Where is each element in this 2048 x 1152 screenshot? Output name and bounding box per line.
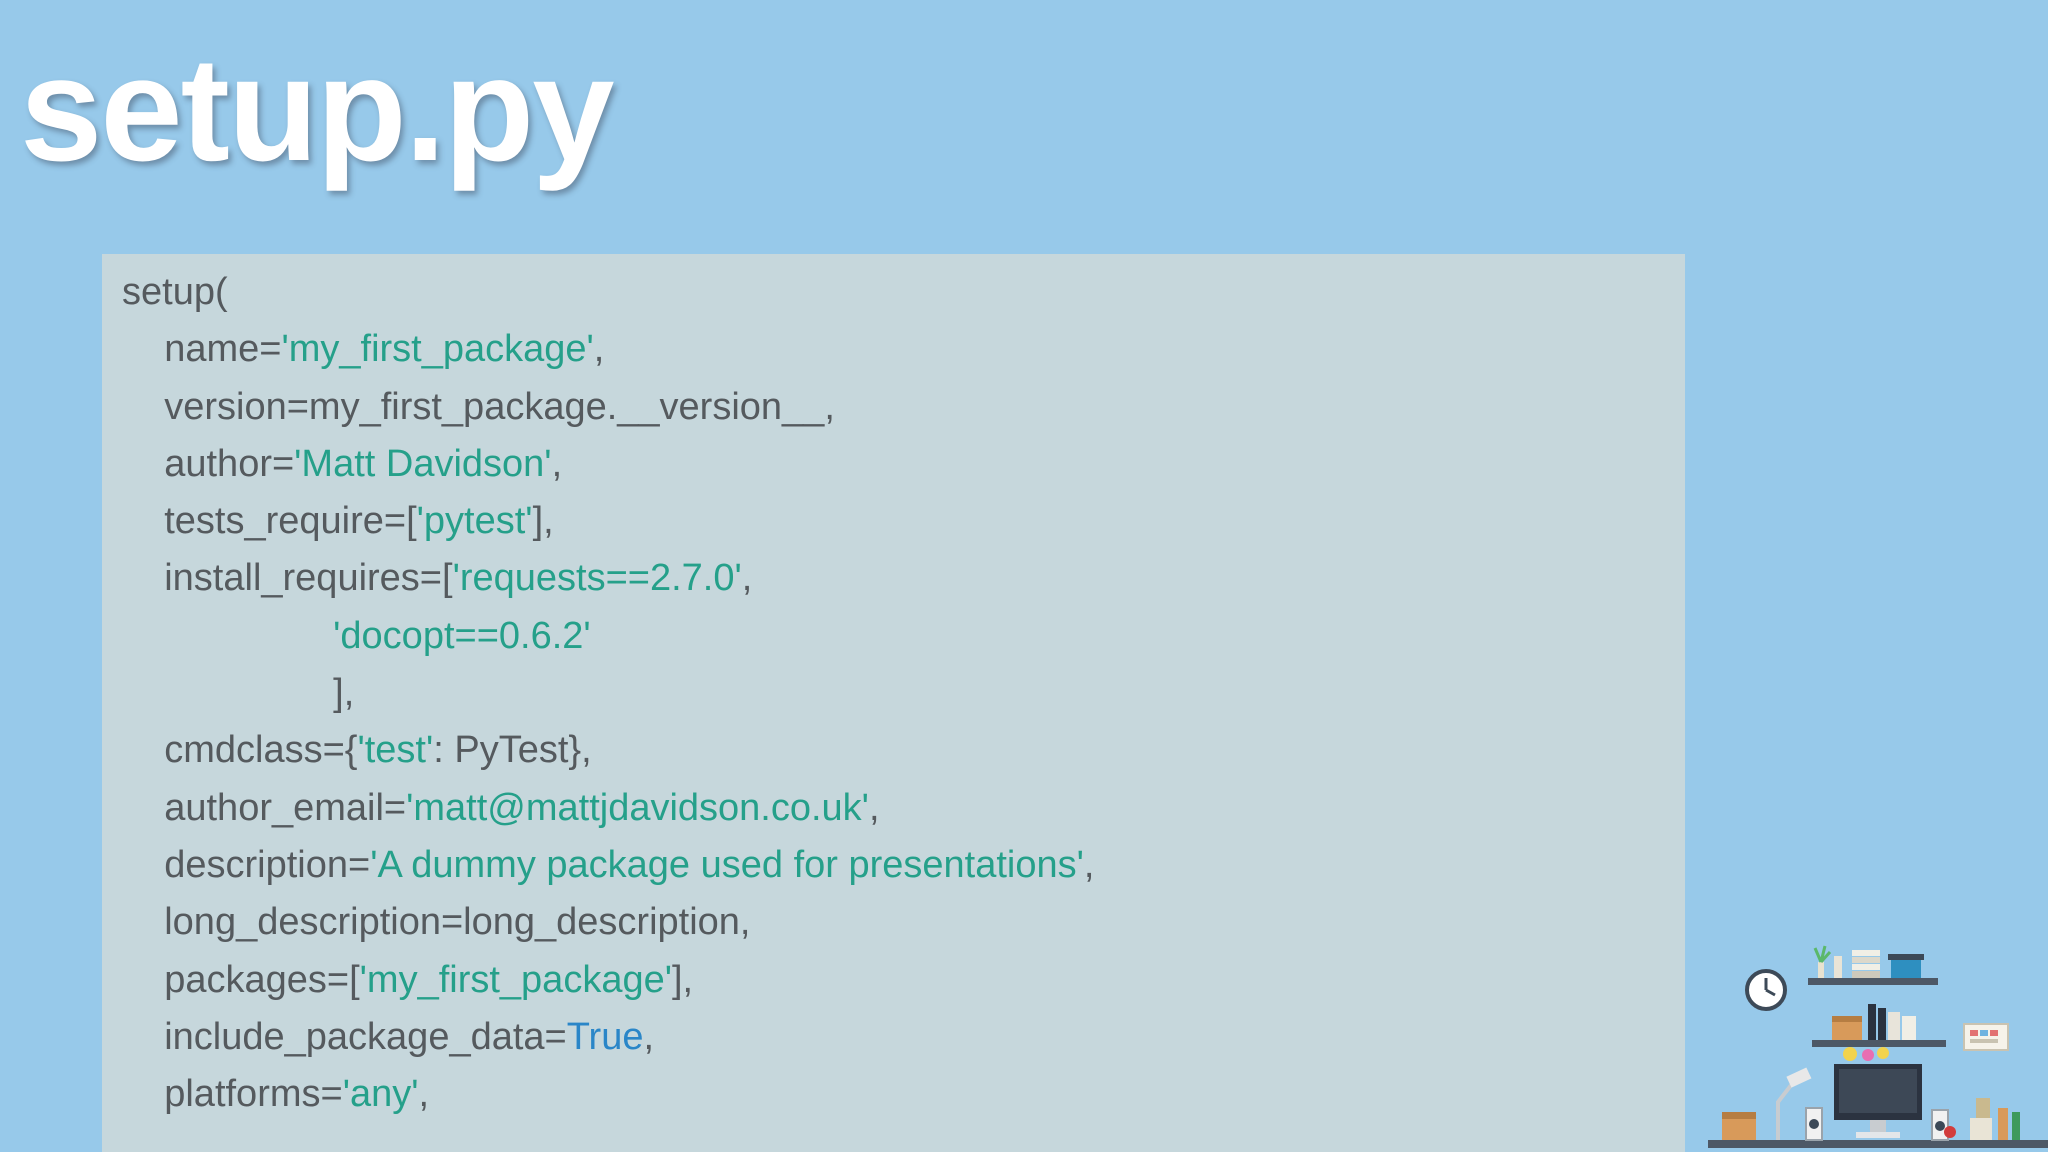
code-text: , [868, 786, 880, 829]
code-text: cmdclass={ [122, 729, 358, 772]
code-line: install_requires=['requests==2.7.0', [122, 550, 1094, 607]
code-text: version=my_first_package.__version__, [122, 385, 835, 428]
code-line: author_email='matt@mattjdavidson.co.uk', [122, 780, 1094, 837]
code-text: tests_require=[ [122, 500, 417, 543]
code-text: platforms= [122, 1073, 343, 1116]
top-shelf [1808, 945, 1938, 985]
code-text: description= [122, 843, 371, 886]
code-line: platforms='any', [122, 1066, 1094, 1123]
code-line: name='my_first_package', [122, 321, 1094, 378]
string-literal: 'my_first_package' [359, 958, 672, 1001]
code-block: setup( name='my_first_package', version=… [102, 254, 1685, 1152]
code-text: author= [122, 442, 295, 485]
string-literal: 'pytest' [416, 500, 533, 543]
keyword: True [566, 1015, 644, 1058]
code-text: ], [532, 500, 554, 543]
string-literal: 'any' [342, 1073, 419, 1116]
string-literal: 'matt@mattjdavidson.co.uk' [406, 786, 869, 829]
code-text: , [593, 328, 605, 371]
code-line: tests_require=['pytest'], [122, 493, 1094, 550]
string-literal: 'test' [357, 729, 434, 772]
code-text: : PyTest}, [433, 729, 592, 772]
middle-shelf [1812, 1004, 2009, 1061]
code-text: , [741, 557, 753, 600]
code-line: description='A dummy package used for pr… [122, 837, 1094, 894]
clock-icon [1745, 969, 1787, 1011]
code-text: long_description=long_description, [122, 901, 751, 944]
code-line: include_package_data=True, [122, 1009, 1094, 1066]
code-text: , [643, 1015, 655, 1058]
code-text: , [551, 442, 563, 485]
string-literal: 'my_first_package' [281, 328, 594, 371]
code-line: ], [122, 665, 1094, 722]
code-text: author_email= [122, 786, 407, 829]
code-text: install_requires=[ [122, 557, 453, 600]
code-line: version=my_first_package.__version__, [122, 379, 1094, 436]
code-line: 'docopt==0.6.2' [122, 608, 1094, 665]
code-text: , [1083, 843, 1095, 886]
string-literal: 'A dummy package used for presentations' [370, 843, 1084, 886]
code-text: packages=[ [122, 958, 360, 1001]
string-literal: 'Matt Davidson' [294, 442, 552, 485]
code-line: setup( [122, 264, 1094, 321]
code-text: ], [122, 672, 355, 715]
slide-title: setup.py [20, 27, 615, 192]
code-line: author='Matt Davidson', [122, 436, 1094, 493]
code-lines: setup( name='my_first_package', version=… [122, 264, 1094, 1123]
string-literal: 'docopt==0.6.2' [333, 614, 591, 657]
desk [1708, 1064, 2048, 1148]
code-text: include_package_data= [122, 1015, 567, 1058]
code-line: packages=['my_first_package'], [122, 952, 1094, 1009]
string-literal: 'requests==2.7.0' [452, 557, 742, 600]
code-line: cmdclass={'test': PyTest}, [122, 722, 1094, 779]
code-line: long_description=long_description, [122, 894, 1094, 951]
code-text: name= [122, 328, 282, 371]
code-text: , [418, 1073, 430, 1116]
office-desk-illustration-icon [1708, 945, 2048, 1148]
code-text: setup( [122, 271, 228, 313]
code-text: ], [671, 958, 694, 1001]
